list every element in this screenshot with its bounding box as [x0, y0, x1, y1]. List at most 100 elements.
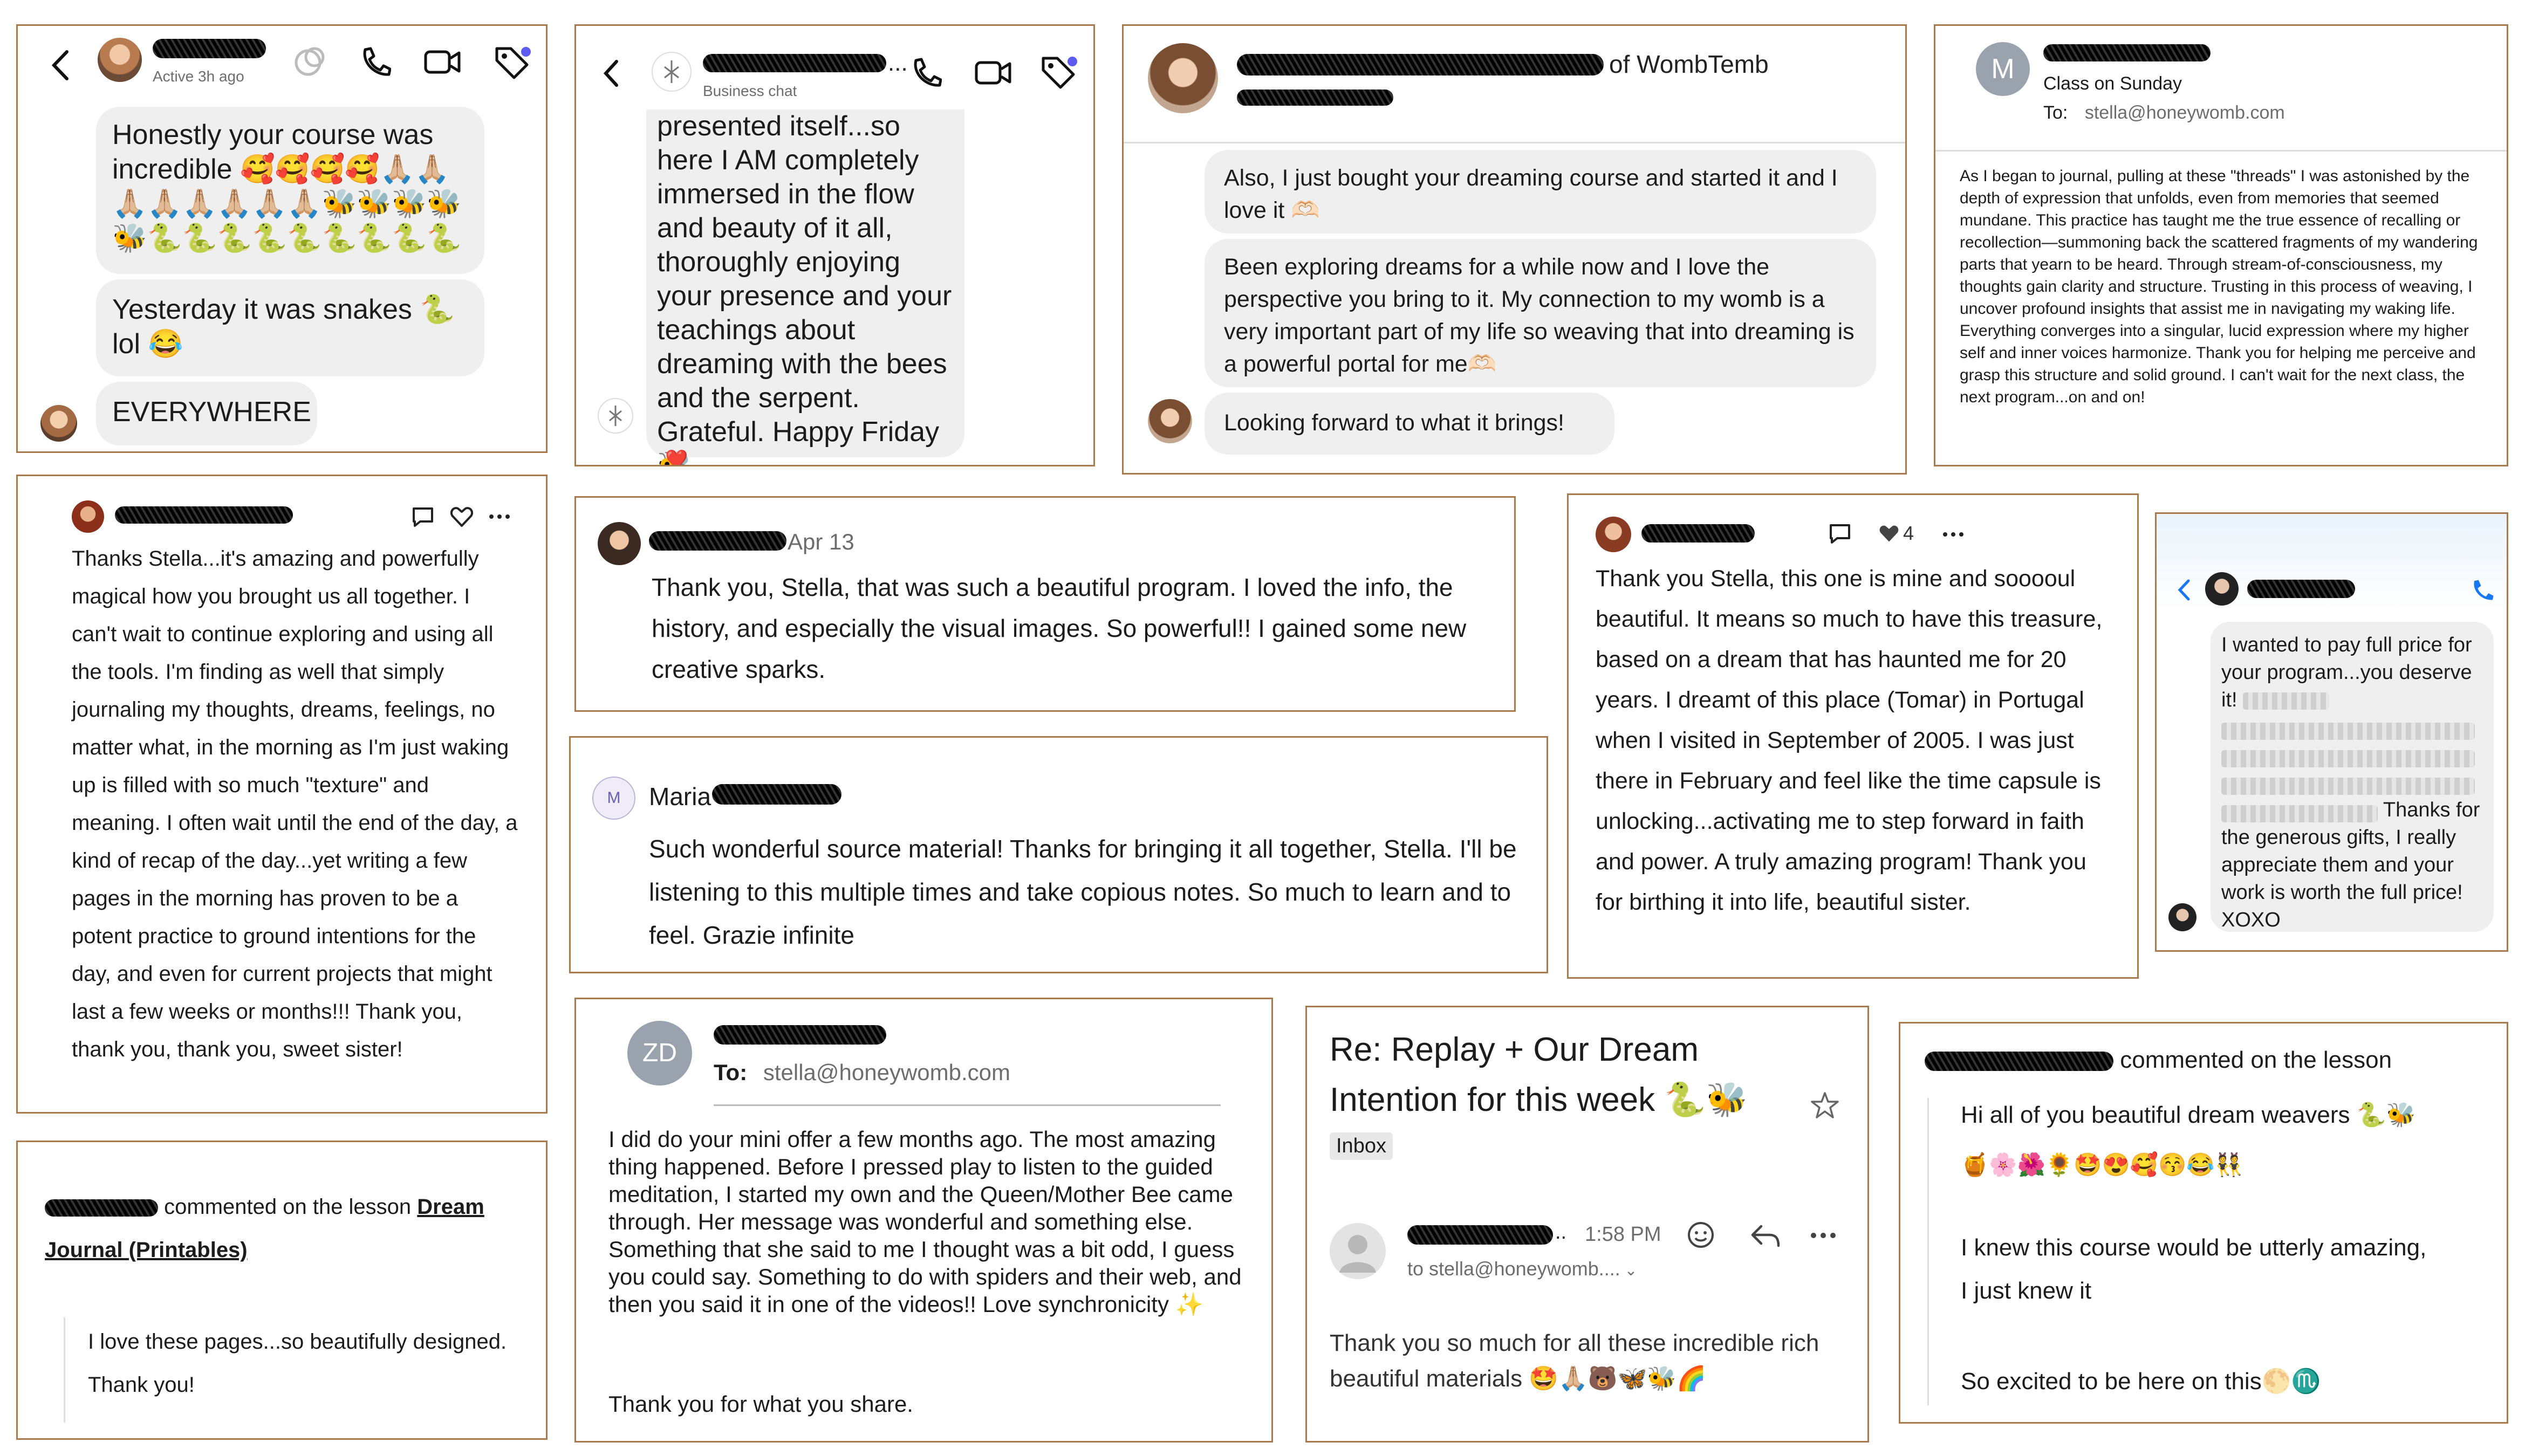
message-bubble: Yesterday it was snakes 🐍 lol 😂 — [96, 279, 484, 376]
redacted-name — [712, 784, 841, 805]
imessage-card: I wanted to pay full price for your prog… — [2155, 512, 2508, 952]
recipient-address: stella@honeywomb.com — [763, 1060, 1011, 1085]
comment-card-3: M Maria Such wonderful source material! … — [569, 736, 1548, 973]
email-body: I did do your mini offer a few months ag… — [608, 1127, 1242, 1317]
email-body: Thank you so much for all these incredib… — [1330, 1330, 1819, 1392]
heart-icon[interactable] — [449, 505, 474, 529]
message-bubble: presented itself...so here I AM complete… — [646, 109, 964, 465]
comment-header: commented on the lesson Dream Journal (P… — [45, 1185, 519, 1272]
tag-icon[interactable] — [1039, 53, 1078, 91]
message-bubble: EVERYWHERE — [96, 382, 317, 445]
message-text: EVERYWHERE — [112, 396, 311, 428]
comment-icon[interactable] — [1828, 522, 1852, 546]
chat-title-suffix: of WombTemb — [1609, 50, 1769, 78]
avatar — [1148, 43, 1218, 113]
back-icon[interactable] — [2175, 578, 2192, 602]
comment-header: commented on the lesson — [1925, 1044, 2486, 1076]
inbox-label[interactable]: Inbox — [1330, 1132, 1393, 1160]
reply-icon[interactable] — [1749, 1222, 1782, 1249]
phone-icon[interactable] — [359, 45, 391, 78]
header-divider — [1935, 150, 2507, 152]
back-icon[interactable] — [600, 57, 622, 90]
redacted-name — [1237, 90, 1393, 106]
avatar — [98, 38, 142, 82]
like-count: 4 — [1903, 522, 1914, 544]
more-icon[interactable] — [487, 509, 512, 525]
back-icon[interactable] — [47, 46, 72, 84]
redacted-name — [714, 1025, 886, 1045]
comment-icon[interactable] — [410, 505, 435, 529]
email-time: 1:58 PM — [1585, 1223, 1661, 1246]
commented-label: commented on the lesson — [2120, 1047, 2392, 1073]
business-logo — [652, 52, 692, 92]
comment-card-4: 4 Thank you Stella, this one is mine and… — [1567, 493, 2139, 979]
title-ellipsis: ... — [888, 50, 908, 76]
chevron-down-icon: ⌄ — [1624, 1262, 1638, 1279]
dm-card-3: of WombTemb Also, I just bought your dre… — [1122, 24, 1907, 475]
email-closing: Thank you for what you share. — [608, 1391, 913, 1417]
video-icon[interactable] — [974, 58, 1012, 87]
blurred-text — [2221, 750, 2475, 767]
sender-avatar: ZD — [627, 1021, 692, 1086]
comment-text: Thank you Stella, this one is mine and s… — [1596, 566, 2103, 915]
redacted-name — [153, 39, 266, 58]
active-status: Active 3h ago — [153, 68, 244, 85]
comment-card-2: Apr 13 Thank you, Stella, that was such … — [574, 496, 1516, 712]
redacted-name — [2043, 44, 2211, 61]
comment-card-1: Thanks Stella...it's amazing and powerfu… — [16, 475, 548, 1114]
comment-date: Apr 13 — [788, 529, 854, 554]
email-recipient[interactable]: to stella@honeywomb.... ⌄ — [1407, 1258, 1637, 1280]
redacted-name — [1237, 54, 1604, 75]
phone-icon[interactable] — [2469, 578, 2494, 602]
avatar — [2168, 903, 2196, 931]
sender-avatar: M — [1976, 42, 2030, 96]
tag-icon[interactable] — [492, 43, 531, 81]
more-icon[interactable] — [1809, 1228, 1838, 1242]
message-bubble: Looking forward to what it brings! — [1205, 393, 1614, 455]
dm-card-2: ... Business chat presented itself...so … — [574, 24, 1095, 466]
more-icon[interactable] — [1941, 526, 1966, 542]
message-text: Honestly your course was incredible 🥰🥰🥰🥰… — [112, 119, 462, 254]
lesson-comment-card-1: commented on the lesson Dream Journal (P… — [16, 1141, 548, 1440]
message-text: Been exploring dreams for a while now an… — [1224, 254, 1855, 377]
blurred-text — [2221, 777, 2475, 795]
redacted-name — [45, 1199, 158, 1217]
quote-bar — [1927, 1098, 1929, 1405]
email-to: To: stella@honeywomb.com — [714, 1060, 1011, 1085]
dm-card-1: Active 3h ago Honestly your course was i… — [16, 24, 548, 453]
comment-greeting: Hi all of you beautiful dream weavers 🐍🐝 — [1961, 1102, 2416, 1128]
avatar — [40, 405, 77, 442]
message-bubble: Also, I just bought your dreaming course… — [1205, 150, 1876, 233]
redacted-name — [703, 54, 886, 72]
emoji-icon[interactable] — [1686, 1220, 1716, 1250]
blurred-text — [2243, 692, 2330, 710]
email-card-2: ZD To: stella@honeywomb.com I did do you… — [574, 998, 1273, 1443]
heart-reaction[interactable]: ❤️ — [665, 449, 688, 465]
star-icon[interactable] — [1810, 1091, 1840, 1120]
comment-text: I knew this course would be utterly amaz… — [1961, 1234, 2427, 1304]
message-text: Yesterday it was snakes 🐍 lol 😂 — [112, 294, 455, 360]
phone-icon[interactable] — [909, 56, 942, 88]
comment-text: Thanks Stella...it's amazing and powerfu… — [72, 547, 518, 1061]
email-card-3: Re: Replay + Our Dream Intention for thi… — [1305, 1006, 1869, 1443]
comment-text: So excited to be here on this🌕♏ — [1961, 1368, 2321, 1395]
commented-label: commented on the lesson — [164, 1195, 412, 1219]
testimonial-collage: { "c1": { "status": "Active 3h ago", "b1… — [0, 0, 2525, 1456]
email-card-1: M Class on Sunday To: stella@honeywomb.c… — [1934, 24, 2508, 466]
heart-icon[interactable] — [1878, 523, 1900, 545]
blurred-text — [2221, 805, 2378, 822]
avatar: M — [592, 777, 635, 820]
effects-icon[interactable] — [293, 43, 329, 79]
recipient-address: stella@honeywomb.com — [2084, 102, 2285, 123]
redacted-name — [1407, 1225, 1553, 1245]
email-body: As I began to journal, pulling at these … — [1960, 167, 2478, 406]
avatar — [598, 522, 641, 565]
video-icon[interactable] — [423, 47, 461, 77]
message-text: Also, I just bought your dreaming course… — [1224, 165, 1838, 223]
sender-avatar — [1330, 1223, 1386, 1279]
message-bubble: I wanted to pay full price for your prog… — [2211, 622, 2494, 932]
avatar — [72, 500, 104, 533]
comment-text: Thank you, Stella, that was such a beaut… — [652, 573, 1467, 683]
redacted-name — [2247, 580, 2355, 598]
message-text: Looking forward to what it brings! — [1224, 410, 1564, 436]
